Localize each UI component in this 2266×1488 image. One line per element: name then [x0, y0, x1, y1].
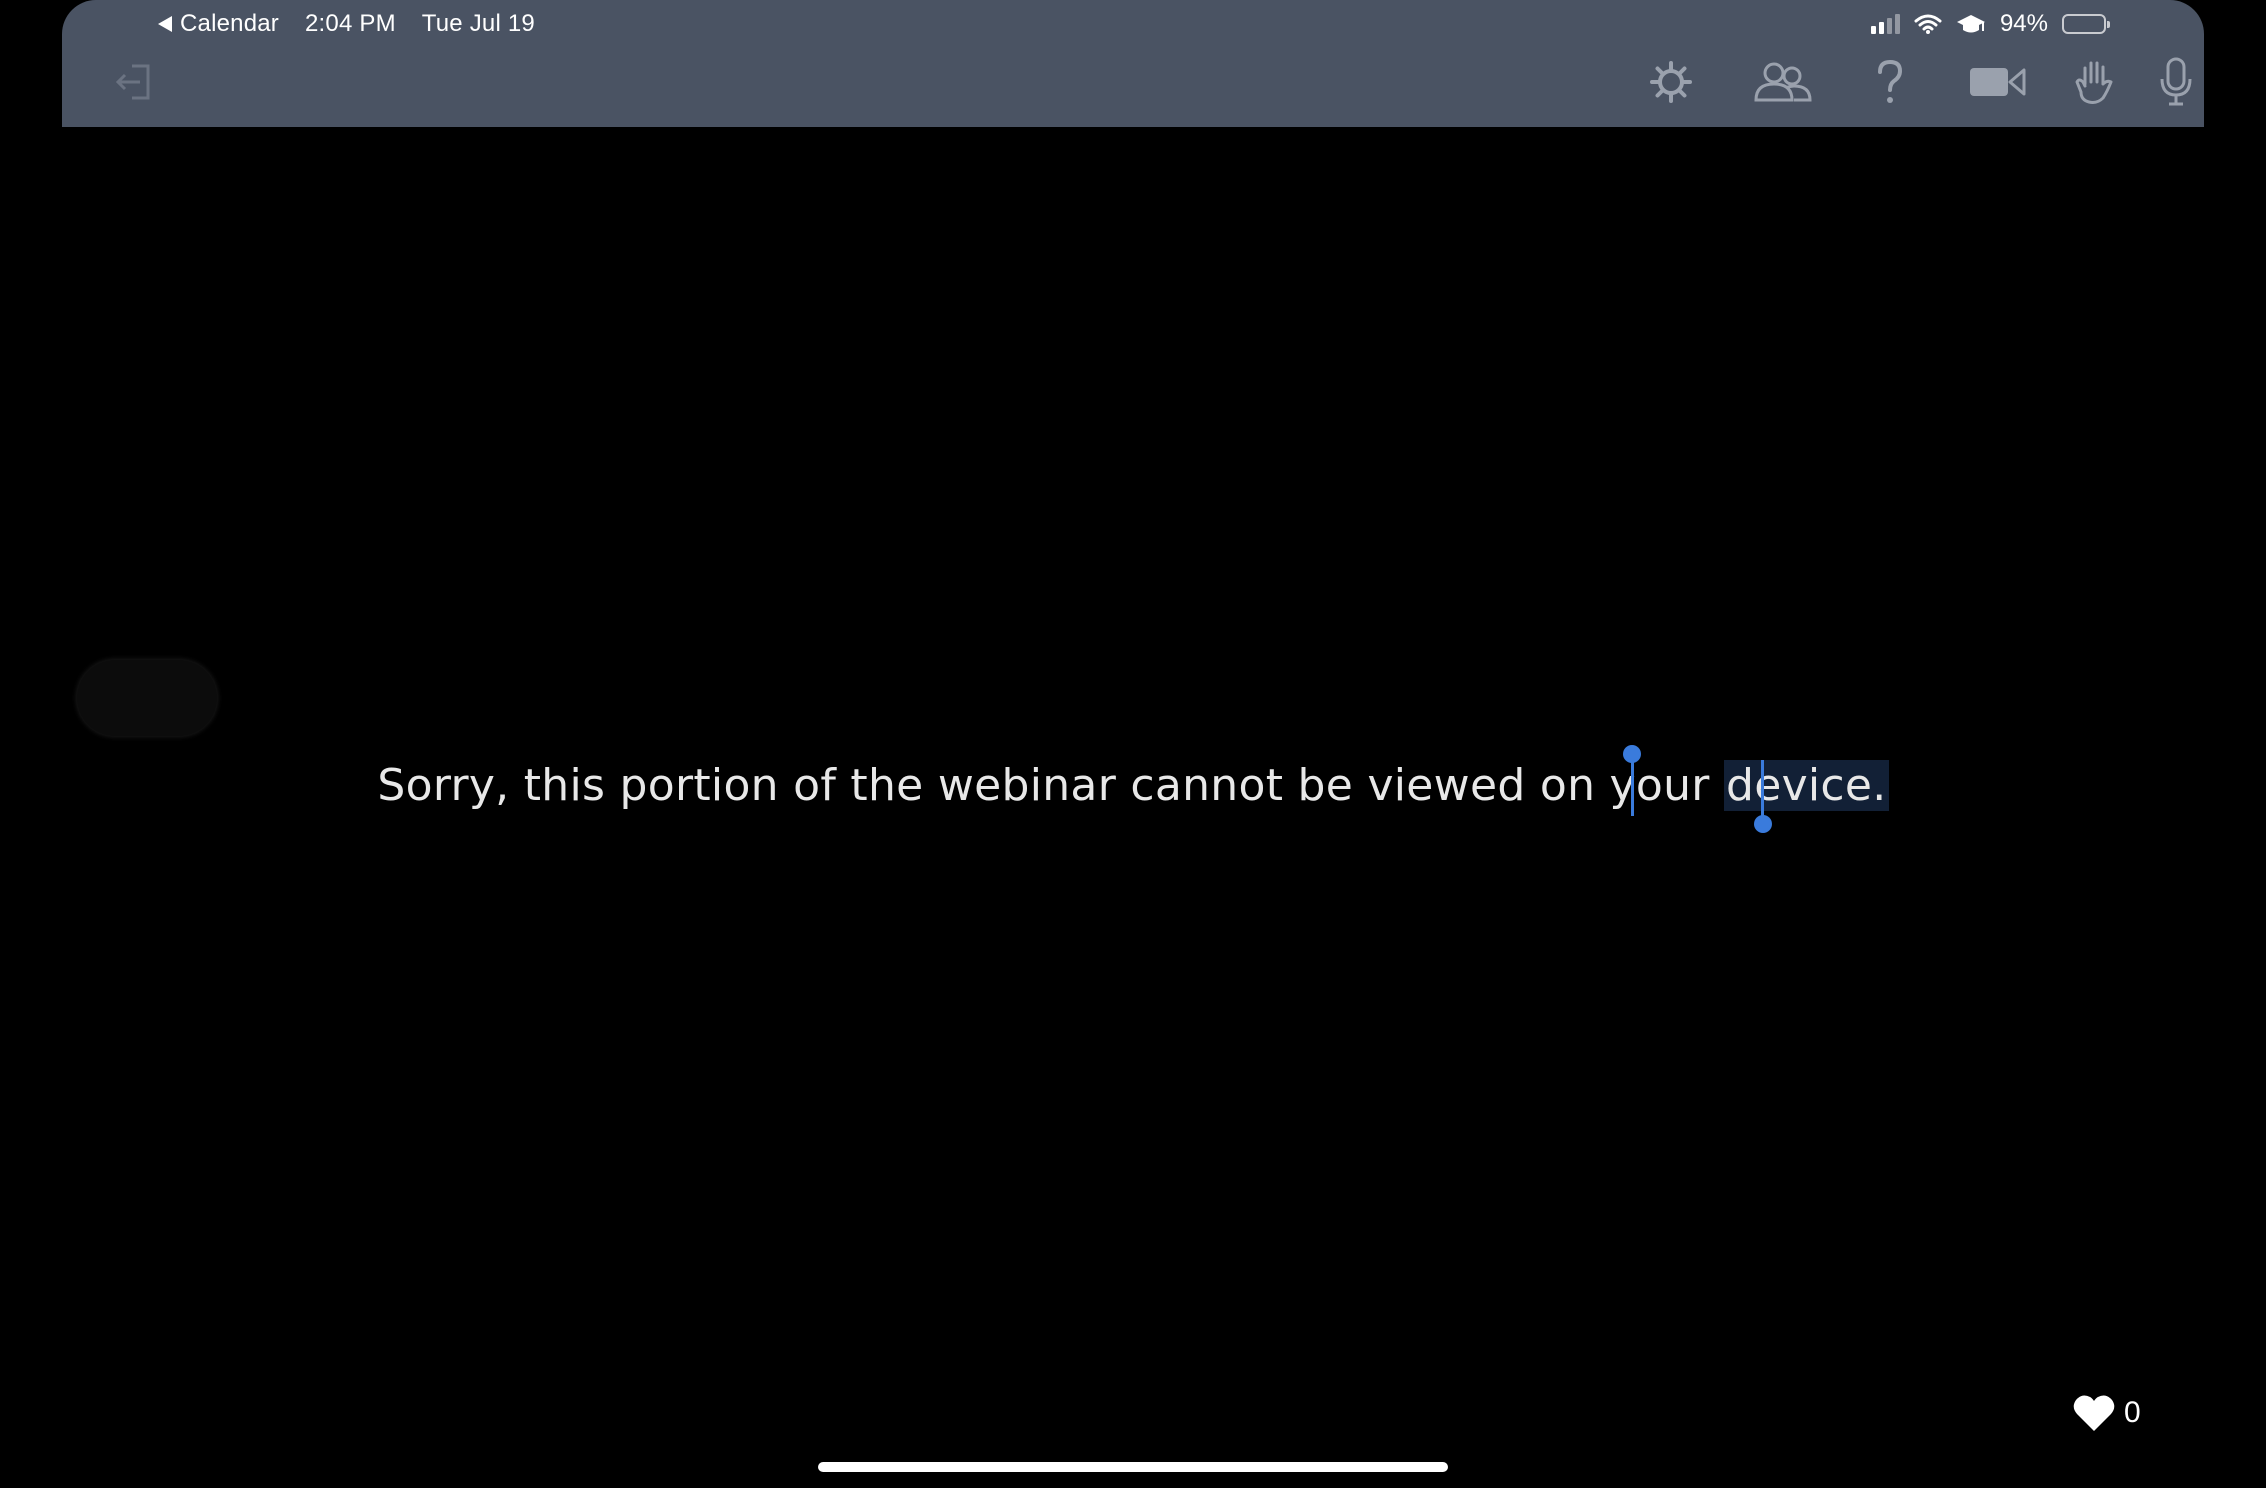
battery-percent: 94%: [1999, 10, 2048, 37]
gear-icon: [1650, 61, 1692, 103]
back-to-app-label[interactable]: Calendar: [180, 10, 279, 38]
raise-hand-button[interactable]: [2067, 54, 2123, 110]
status-time: 2:04 PM: [305, 10, 396, 37]
microphone-icon: [2160, 57, 2192, 106]
selection-start-caret: [1631, 760, 1634, 816]
webinar-screen: Calendar 2:04 PM Tue Jul 19 94% Sorry, t…: [0, 0, 2266, 1488]
camera-icon: [1970, 68, 2026, 96]
battery-icon: [2062, 14, 2110, 34]
status-bar-left[interactable]: Calendar 2:04 PM Tue Jul 19: [158, 8, 561, 40]
exit-button[interactable]: [106, 54, 162, 110]
settings-button[interactable]: [1643, 54, 1699, 110]
help-icon: [1878, 59, 1903, 103]
wifi-icon: [1914, 13, 1942, 35]
camera-button[interactable]: [1965, 54, 2029, 110]
selection-end-handle[interactable]: [1754, 815, 1772, 833]
back-arrow-icon: [158, 16, 172, 32]
like-count: 0: [2124, 1396, 2141, 1429]
selection-end-caret: [1761, 760, 1764, 816]
floating-pill-button[interactable]: [77, 660, 217, 736]
help-button[interactable]: [1862, 54, 1918, 110]
raise-hand-icon: [2075, 61, 2113, 104]
message-text: Sorry, this portion of the webinar canno…: [377, 760, 1724, 811]
unavailable-message: Sorry, this portion of the webinar canno…: [0, 760, 2266, 811]
participants-icon: [1754, 62, 1812, 102]
likes-counter[interactable]: 0: [2072, 1393, 2141, 1433]
status-bar-right: 94%: [1857, 8, 2110, 40]
exit-icon: [115, 64, 150, 100]
home-indicator[interactable]: [818, 1462, 1448, 1472]
top-toolbar: Calendar 2:04 PM Tue Jul 19 94%: [62, 0, 2204, 127]
cellular-signal-icon: [1870, 14, 1900, 34]
status-date: Tue Jul 19: [421, 10, 535, 37]
graduation-cap-icon: [1956, 13, 1986, 35]
microphone-button[interactable]: [2154, 54, 2198, 110]
selected-text[interactable]: device.: [1723, 760, 1889, 811]
participants-button[interactable]: [1751, 54, 1815, 110]
heart-icon: [2073, 1395, 2115, 1431]
